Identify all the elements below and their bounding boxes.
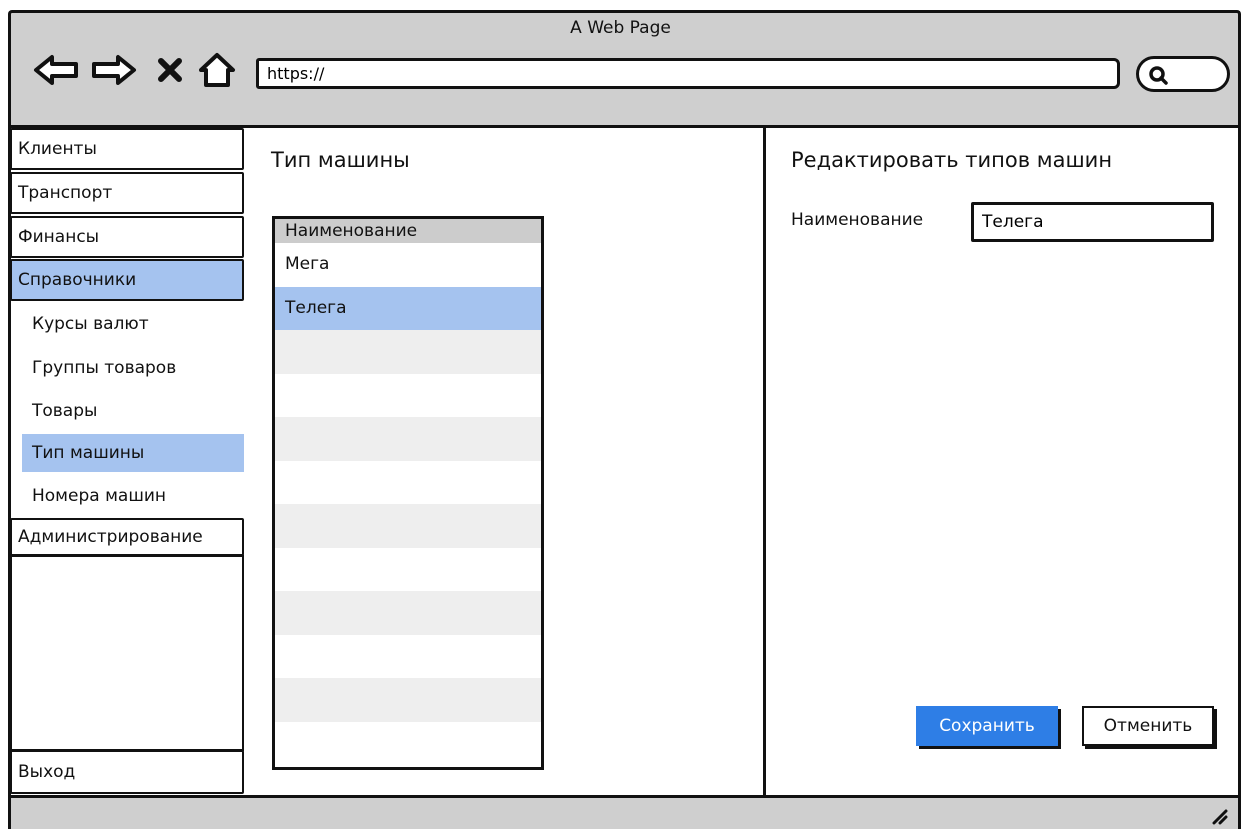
url-bar[interactable] (256, 58, 1120, 89)
cancel-button[interactable]: Отменить (1082, 706, 1214, 746)
sidebar-item-administration[interactable]: Администрирование (10, 518, 244, 556)
sidebar-item-finance[interactable]: Финансы (10, 216, 244, 258)
sidebar-item-references[interactable]: Справочники (10, 259, 244, 301)
sidebar-item-logout[interactable]: Выход (10, 750, 244, 794)
url-input[interactable] (259, 61, 1117, 86)
edit-panel-title: Редактировать типов машин (791, 148, 1113, 172)
empty-list-row (275, 635, 541, 679)
sidebar-empty-area (10, 555, 244, 751)
browser-search-button[interactable] (1136, 56, 1230, 92)
empty-list-row (275, 504, 541, 548)
back-arrow-icon[interactable] (30, 50, 82, 90)
panel-divider (763, 125, 766, 797)
list-row-selected[interactable]: Телега (275, 287, 541, 331)
name-field[interactable] (971, 202, 1214, 242)
empty-list-row (275, 330, 541, 374)
sidebar-subitem-products[interactable]: Товары (22, 392, 244, 430)
save-button[interactable]: Сохранить (916, 706, 1058, 746)
status-bar (8, 795, 1241, 829)
sidebar-item-transport[interactable]: Транспорт (10, 172, 244, 214)
search-icon (1149, 66, 1168, 85)
sidebar-subitem-currency-rates[interactable]: Курсы валют (22, 305, 244, 343)
sidebar-item-clients[interactable]: Клиенты (10, 128, 244, 170)
list-column-header[interactable]: Наименование (275, 219, 541, 243)
forward-arrow-icon[interactable] (88, 50, 140, 90)
sidebar-subitem-license-plates[interactable]: Номера машин (22, 477, 244, 515)
empty-list-row (275, 374, 541, 418)
name-field-label: Наименование (791, 210, 924, 230)
home-icon[interactable] (194, 50, 240, 90)
sidebar-subitem-product-groups[interactable]: Группы товаров (22, 349, 244, 387)
empty-list-row (275, 461, 541, 505)
list-row[interactable]: Мега (275, 243, 541, 287)
empty-list-row (275, 417, 541, 461)
close-x-icon[interactable] (150, 50, 190, 90)
empty-list-row (275, 678, 541, 722)
sidebar-subitem-vehicle-type[interactable]: Тип машины (22, 434, 244, 472)
name-input[interactable] (974, 205, 1211, 239)
list-panel-title: Тип машины (271, 148, 410, 172)
window-title: A Web Page (570, 18, 671, 38)
empty-list-row (275, 591, 541, 635)
vehicle-type-list[interactable]: Наименование Мега Телега (272, 216, 544, 770)
empty-list-row (275, 548, 541, 592)
resize-grip-icon[interactable] (1208, 805, 1228, 825)
